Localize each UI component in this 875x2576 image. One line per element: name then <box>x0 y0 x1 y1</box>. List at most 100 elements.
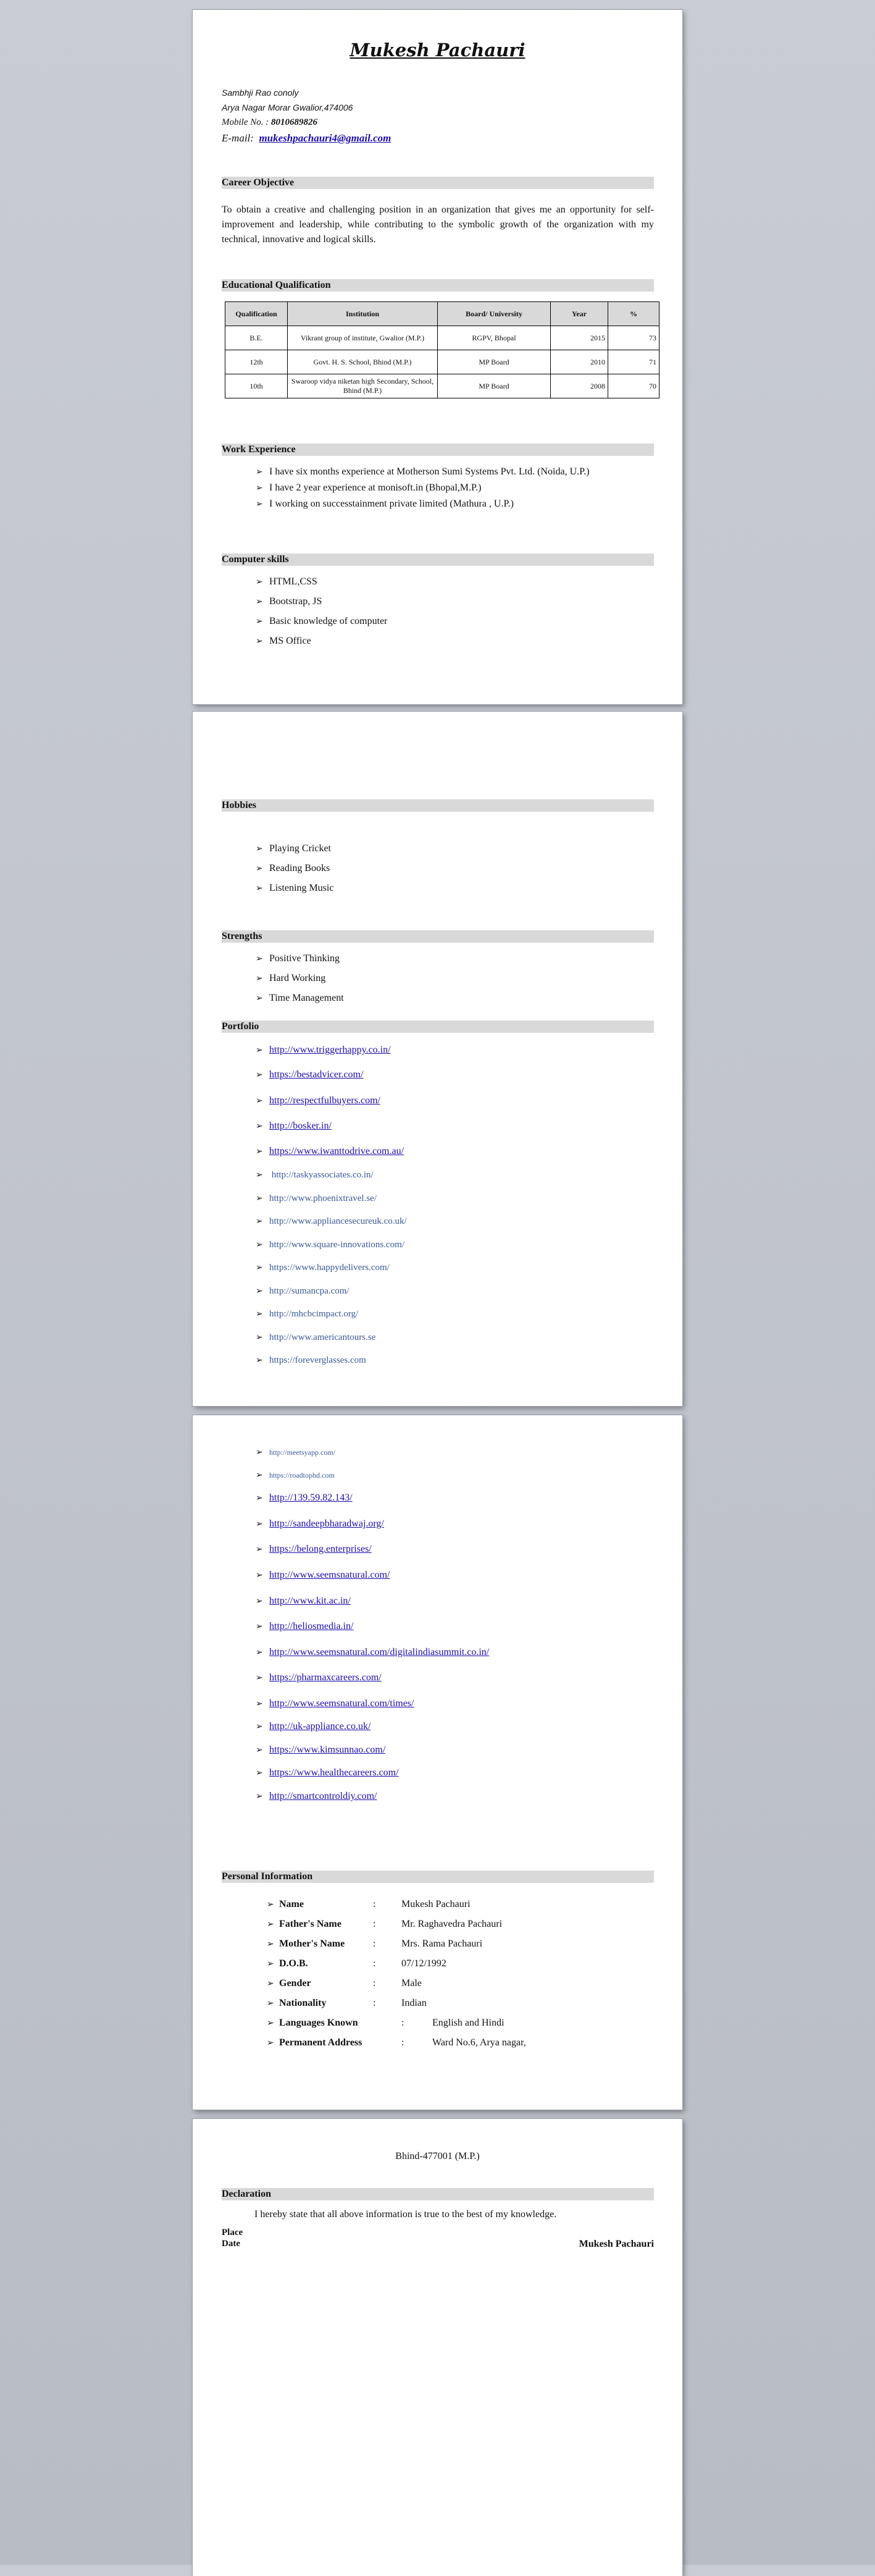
portfolio-link[interactable]: http://www.seemsnatural.com/ <box>269 1570 390 1580</box>
portfolio-link[interactable]: http://heliosmedia.in/ <box>269 1621 353 1631</box>
portfolio-link[interactable]: http://www.kit.ac.in/ <box>269 1596 351 1606</box>
table-cell: 2010 <box>550 350 608 374</box>
portfolio-link[interactable]: http://respectfulbuyers.com/ <box>269 1095 380 1106</box>
arrow-bullet-icon: ➢ <box>256 636 263 646</box>
table-row: 12th Govt. H. S. School, Bhind (M.P.) MP… <box>225 350 659 374</box>
hobby-text: Playing Cricket <box>269 843 331 854</box>
portfolio-link[interactable]: http://bosker.in/ <box>269 1121 332 1131</box>
list-item: ➢ Reading Books <box>256 862 330 875</box>
field-value: Mrs. Rama Pachauri <box>401 1938 483 1949</box>
portfolio-link[interactable]: https://www.happydelivers.com/ <box>269 1263 390 1273</box>
portfolio-link[interactable]: http://139.59.82.143/ <box>269 1492 353 1503</box>
portfolio-link[interactable]: http://www.triggerhappy.co.in/ <box>269 1045 391 1055</box>
list-item: ➢ https://belong.enterprises/ <box>256 1543 372 1555</box>
section-strengths: Strengths <box>222 930 654 943</box>
declaration-text: I hereby state that all above informatio… <box>254 2209 557 2220</box>
table-cell: 10th <box>225 374 288 398</box>
portfolio-link[interactable]: https://belong.enterprises/ <box>269 1544 372 1554</box>
page-3: ➢ http://meetsyapp.com/ ➢ https://roadtoph… <box>193 1415 682 2110</box>
arrow-bullet-icon: ➢ <box>256 597 263 607</box>
portfolio-link[interactable]: http://www.seemsnatural.com/digitalindia… <box>269 1647 489 1657</box>
strength-text: Positive Thinking <box>269 953 340 964</box>
field-value: 07/12/1992 <box>401 1958 446 1969</box>
hobby-text: Reading Books <box>269 863 330 873</box>
field-value: Mukesh Pachauri <box>401 1899 471 1909</box>
arrow-bullet-icon: ➢ <box>256 1470 263 1480</box>
table-cell: Vikrant group of institute, Gwalior (M.P… <box>287 326 438 350</box>
skill-text: HTML,CSS <box>269 576 317 587</box>
list-item: ➢ http://www.appliancesecureuk.co.uk/ <box>256 1215 407 1227</box>
arrow-bullet-icon: ➢ <box>256 864 263 873</box>
table-cell: 73 <box>608 326 659 350</box>
portfolio-link[interactable]: http://meetsyapp.com/ <box>269 1448 335 1457</box>
education-table-wrap: Qualification Institution Board/ Univers… <box>225 301 659 398</box>
email-link[interactable]: mukeshpachauri4@gmail.com <box>259 132 391 144</box>
portfolio-link[interactable]: http://www.phoenixtravel.se/ <box>269 1193 377 1203</box>
portfolio-link[interactable]: http://sumancpa.com/ <box>269 1286 350 1296</box>
table-row: B.E. Vikrant group of institute, Gwalior… <box>225 326 659 350</box>
list-item: ➢ https://pharmaxcareers.com/ <box>256 1672 382 1684</box>
arrow-bullet-icon: ➢ <box>267 1919 274 1929</box>
arrow-bullet-icon: ➢ <box>256 1699 263 1709</box>
list-item: ➢ http://www.phoenixtravel.se/ <box>256 1192 377 1205</box>
portfolio-link[interactable]: http://www.seemsnatural.com/times/ <box>269 1698 414 1709</box>
portfolio-link[interactable]: https://roadtophd.com <box>269 1471 335 1480</box>
list-item: ➢ http://sumancpa.com/ <box>256 1285 350 1297</box>
portfolio-link[interactable]: https://www.healthecareers.com/ <box>269 1767 399 1778</box>
portfolio-link[interactable]: https://www.iwanttodrive.com.au/ <box>269 1146 404 1156</box>
arrow-bullet-icon: ➢ <box>256 1544 263 1554</box>
list-item: ➢ https://www.iwanttodrive.com.au/ <box>256 1145 404 1158</box>
list-item: ➢ Basic knowledge of computer <box>256 615 388 628</box>
strength-text: Time Management <box>269 993 344 1003</box>
portfolio-link[interactable]: http://www.americantours.se <box>269 1332 375 1342</box>
arrow-bullet-icon: ➢ <box>267 1979 274 1989</box>
list-item: ➢ http://taskyassociates.co.in/ <box>256 1169 374 1181</box>
portfolio-link[interactable]: http://www.square-innovations.com/ <box>269 1240 404 1250</box>
portfolio-link[interactable]: http://mhcbcimpact.org/ <box>269 1309 358 1319</box>
education-table: Qualification Institution Board/ Univers… <box>225 301 659 398</box>
list-item: ➢ https://www.kimsunnao.com/ <box>256 1744 385 1756</box>
skill-text: Basic knowledge of computer <box>269 616 388 626</box>
colon: : <box>373 1978 376 1989</box>
portfolio-link[interactable]: http://uk-appliance.co.uk/ <box>269 1721 371 1732</box>
personal-info-list: ➢ Name: Mukesh Pachauri ➢ Father's Name: Mr.… <box>267 1898 650 2059</box>
portfolio-link[interactable]: http://taskyassociates.co.in/ <box>272 1170 374 1180</box>
section-computer-skills: Computer skills <box>222 554 654 566</box>
list-item: ➢ http://heliosmedia.in/ <box>256 1620 353 1633</box>
section-career-objective: Career Objective <box>222 177 654 189</box>
section-declaration: Declaration <box>222 2188 654 2200</box>
arrow-bullet-icon: ➢ <box>256 1447 263 1457</box>
list-item: ➢ http://www.triggerhappy.co.in/ <box>256 1044 391 1056</box>
arrow-bullet-icon: ➢ <box>256 974 263 983</box>
list-item: ➢ http://www.seemsnatural.com/digitalindi… <box>256 1646 489 1659</box>
portfolio-link[interactable]: http://smartcontroldiy.com/ <box>269 1791 377 1801</box>
arrow-bullet-icon: ➢ <box>256 1216 263 1226</box>
arrow-bullet-icon: ➢ <box>256 1745 263 1755</box>
section-education: Educational Qualification <box>222 279 654 292</box>
field-value: Indian <box>401 1998 427 2008</box>
portfolio-link[interactable]: http://sandeepbharadwaj.org/ <box>269 1518 384 1529</box>
arrow-bullet-icon: ➢ <box>267 1900 274 1909</box>
list-item: ➢ http://meetsyapp.com/ <box>256 1446 335 1458</box>
list-item: ➢ HTML,CSS <box>256 576 317 588</box>
portfolio-link[interactable]: https://pharmaxcareers.com/ <box>269 1672 382 1683</box>
portfolio-link[interactable]: https://foreverglasses.com <box>269 1355 366 1365</box>
list-item: ➢ MS Office <box>256 635 311 647</box>
portfolio-link[interactable]: https://bestadvicer.com/ <box>269 1069 363 1080</box>
arrow-bullet-icon: ➢ <box>256 1147 263 1156</box>
portfolio-link[interactable]: http://www.appliancesecureuk.co.uk/ <box>269 1216 407 1226</box>
col-qualification: Qualification <box>225 301 288 326</box>
arrow-bullet-icon: ➢ <box>256 499 263 509</box>
skill-text: Bootstrap, JS <box>269 596 322 607</box>
mobile-number: 8010689826 <box>271 117 317 127</box>
strength-text: Hard Working <box>269 973 326 983</box>
field-value: Male <box>401 1978 422 1989</box>
table-cell: 70 <box>608 374 659 398</box>
arrow-bullet-icon: ➢ <box>256 1121 263 1131</box>
arrow-bullet-icon: ➢ <box>256 1355 263 1365</box>
table-cell: Swaroop vidya niketan high Secondary, Sc… <box>287 374 438 398</box>
portfolio-link[interactable]: https://www.kimsunnao.com/ <box>269 1745 385 1755</box>
table-cell: 2015 <box>550 326 608 350</box>
arrow-bullet-icon: ➢ <box>256 1768 263 1778</box>
colon: : <box>373 1958 376 1969</box>
